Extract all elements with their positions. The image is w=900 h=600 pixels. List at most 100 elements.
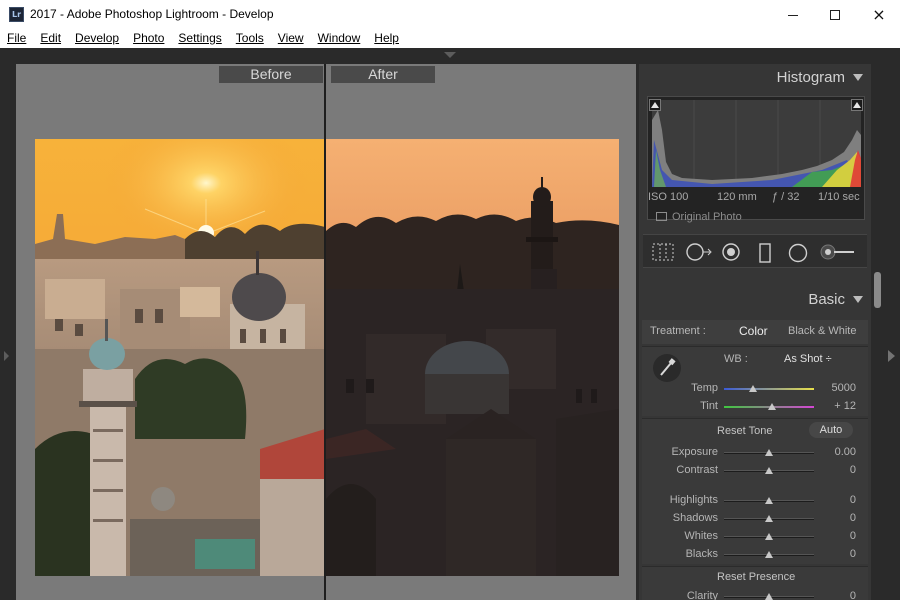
title-bar: Lr 2017 - Adobe Photoshop Lightroom - De… [0, 0, 900, 30]
treatment-label: Treatment : [650, 325, 706, 337]
develop-tool-strip [643, 234, 867, 268]
before-after-viewer[interactable]: Before After [16, 64, 636, 600]
blacks-value[interactable]: 0 [850, 548, 856, 560]
clarity-value[interactable]: 0 [850, 590, 856, 600]
window-title: 2017 - Adobe Photoshop Lightroom - Devel… [30, 7, 274, 21]
white-balance-section: WB : As Shot ÷ Temp 5000 Tint + 12 [642, 346, 868, 416]
basic-header[interactable]: Basic [639, 286, 871, 312]
aperture-value: ƒ / 32 [772, 191, 800, 203]
left-panel-toggle-icon[interactable] [4, 351, 9, 361]
treatment-bw-option[interactable]: Black & White [788, 325, 856, 337]
shutter-speed-value: 1/10 sec [818, 191, 860, 203]
histogram-graph [652, 100, 861, 187]
collapse-arrow-icon[interactable] [853, 74, 863, 81]
basic-title: Basic [808, 291, 845, 308]
tint-value[interactable]: + 12 [834, 400, 856, 412]
blacks-slider-track[interactable] [724, 551, 814, 558]
menu-help[interactable]: Help [367, 30, 406, 48]
eyedropper-icon[interactable] [652, 353, 682, 383]
menu-settings[interactable]: Settings [171, 30, 228, 48]
shadows-value[interactable]: 0 [850, 512, 856, 524]
treatment-color-option[interactable]: Color [739, 324, 768, 338]
treatment-row: Treatment : Color Black & White [642, 320, 868, 344]
exposure-slider-track[interactable] [724, 449, 814, 456]
after-photo[interactable] [326, 139, 619, 576]
graduated-filter-icon[interactable] [758, 243, 772, 263]
auto-tone-button[interactable]: Auto [809, 422, 853, 438]
spot-removal-icon[interactable] [685, 243, 713, 261]
temp-value[interactable]: 5000 [832, 382, 856, 394]
contrast-slider-knob[interactable] [765, 467, 773, 474]
original-photo-toggle[interactable]: Original Photo [656, 211, 742, 223]
contrast-slider-row: Contrast 0 [642, 463, 868, 479]
exposure-value[interactable]: 0.00 [835, 446, 856, 458]
menu-bar: File Edit Develop Photo Settings Tools V… [0, 30, 900, 48]
menu-photo[interactable]: Photo [126, 30, 171, 48]
menu-develop[interactable]: Develop [68, 30, 126, 48]
wb-dropdown[interactable]: As Shot ÷ [784, 353, 832, 365]
develop-module: Before After Histogram ISO 100 120 mm ƒ … [0, 48, 900, 600]
red-eye-icon[interactable] [721, 243, 741, 261]
contrast-label: Contrast [676, 464, 718, 476]
menu-edit[interactable]: Edit [33, 30, 68, 48]
whites-slider-knob[interactable] [765, 533, 773, 540]
reset-tone-button[interactable]: Reset Tone [717, 425, 772, 437]
original-photo-label: Original Photo [672, 211, 742, 223]
menu-file[interactable]: File [0, 30, 33, 48]
exposure-slider-knob[interactable] [765, 449, 773, 456]
triangle-up-icon [853, 102, 861, 108]
menu-tools[interactable]: Tools [229, 30, 271, 48]
maximize-button[interactable] [812, 0, 858, 30]
collapse-arrow-icon[interactable] [853, 296, 863, 303]
checkbox-icon[interactable] [656, 212, 667, 221]
shadows-label: Shadows [672, 512, 718, 524]
blacks-slider-knob[interactable] [765, 551, 773, 558]
whites-slider-track[interactable] [724, 533, 814, 540]
highlights-slider-knob[interactable] [765, 497, 773, 504]
menu-view[interactable]: View [271, 30, 311, 48]
shadows-slider-track[interactable] [724, 515, 814, 522]
close-button[interactable]: × [856, 0, 900, 30]
before-photo-image [35, 139, 325, 576]
temp-label: Temp [691, 382, 718, 394]
blacks-label: Blacks [685, 548, 718, 560]
contrast-value[interactable]: 0 [850, 464, 856, 476]
shadow-clipping-indicator[interactable] [649, 99, 661, 111]
highlights-label: Highlights [669, 494, 718, 506]
histogram-header[interactable]: Histogram [639, 64, 871, 90]
scrollbar-thumb[interactable] [874, 272, 881, 308]
crop-overlay-icon[interactable] [651, 243, 675, 261]
tint-slider-track[interactable] [724, 403, 814, 410]
histogram-metadata: ISO 100 120 mm ƒ / 32 1/10 sec [648, 191, 866, 205]
reset-presence-button[interactable]: Reset Presence [717, 571, 795, 583]
top-panel-toggle-icon[interactable] [444, 52, 456, 58]
whites-value[interactable]: 0 [850, 530, 856, 542]
focal-length-value: 120 mm [717, 191, 757, 203]
clarity-label: Clarity [686, 590, 718, 600]
highlight-clipping-indicator[interactable] [851, 99, 863, 111]
exposure-slider-row: Exposure 0.00 [642, 445, 868, 461]
highlights-value[interactable]: 0 [850, 494, 856, 506]
clarity-slider-knob[interactable] [765, 593, 773, 600]
temp-slider-knob[interactable] [748, 385, 757, 392]
tint-slider-knob[interactable] [767, 403, 776, 410]
before-photo[interactable] [35, 139, 325, 576]
whites-slider-row: Whites 0 [642, 529, 868, 545]
adjustment-brush-icon[interactable] [819, 243, 859, 261]
tint-slider-row: Tint + 12 [642, 399, 868, 415]
exposure-label: Exposure [671, 446, 718, 458]
minimize-icon [788, 14, 798, 16]
triangle-up-icon [651, 102, 659, 108]
minimize-button[interactable] [770, 0, 816, 30]
right-panel-toggle-icon[interactable] [888, 350, 895, 362]
after-photo-image [326, 139, 619, 576]
maximize-icon [830, 10, 840, 20]
clarity-slider-track[interactable] [724, 593, 814, 600]
contrast-slider-track[interactable] [724, 467, 814, 474]
shadows-slider-knob[interactable] [765, 515, 773, 522]
temp-slider-track[interactable] [724, 385, 814, 392]
iso-value: ISO 100 [648, 191, 689, 203]
menu-window[interactable]: Window [311, 30, 368, 48]
highlights-slider-track[interactable] [724, 497, 814, 504]
radial-filter-icon[interactable] [787, 243, 809, 263]
